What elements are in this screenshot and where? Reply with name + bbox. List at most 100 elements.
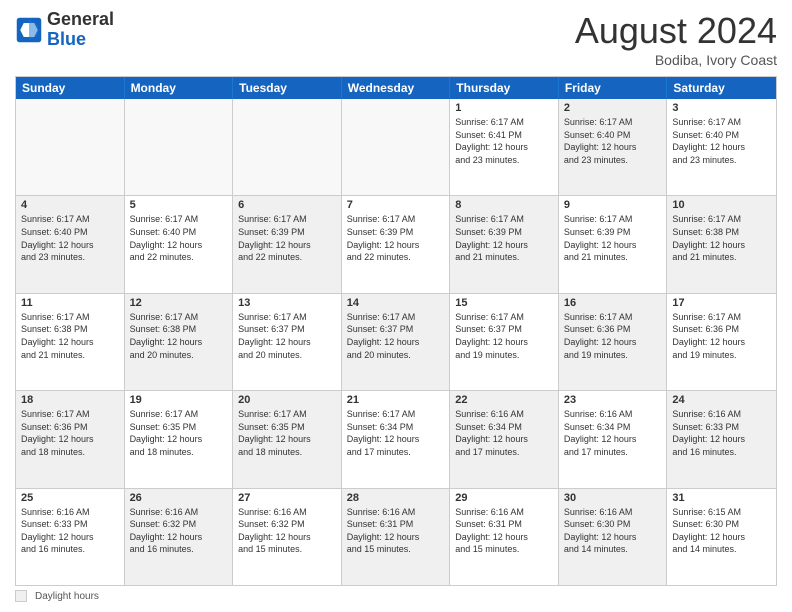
- calendar-cell: 12Sunrise: 6:17 AM Sunset: 6:38 PM Dayli…: [125, 294, 234, 390]
- cell-info: Sunrise: 6:17 AM Sunset: 6:40 PM Dayligh…: [130, 213, 228, 263]
- logo-blue: Blue: [47, 29, 86, 49]
- cell-info: Sunrise: 6:17 AM Sunset: 6:39 PM Dayligh…: [455, 213, 553, 263]
- day-number: 8: [455, 199, 553, 211]
- calendar-row: 18Sunrise: 6:17 AM Sunset: 6:36 PM Dayli…: [16, 391, 776, 488]
- cell-info: Sunrise: 6:16 AM Sunset: 6:34 PM Dayligh…: [564, 408, 662, 458]
- cell-info: Sunrise: 6:17 AM Sunset: 6:35 PM Dayligh…: [130, 408, 228, 458]
- day-of-week-header: Saturday: [667, 77, 776, 99]
- day-of-week-header: Wednesday: [342, 77, 451, 99]
- cell-info: Sunrise: 6:17 AM Sunset: 6:41 PM Dayligh…: [455, 116, 553, 166]
- calendar-cell: 1 Sunrise: 6:17 AM Sunset: 6:41 PM Daylig…: [450, 99, 559, 195]
- month-year: August 2024: [575, 10, 777, 52]
- cell-info: Sunrise: 6:17 AM Sunset: 6:37 PM Dayligh…: [347, 311, 445, 361]
- calendar-cell: 5 Sunrise: 6:17 AM Sunset: 6:40 PM Daylig…: [125, 196, 234, 292]
- day-number: 19: [130, 394, 228, 406]
- cell-info: Sunrise: 6:17 AM Sunset: 6:36 PM Dayligh…: [564, 311, 662, 361]
- day-number: 26: [130, 492, 228, 504]
- calendar-cell: 30Sunrise: 6:16 AM Sunset: 6:30 PM Dayli…: [559, 489, 668, 585]
- day-of-week-header: Tuesday: [233, 77, 342, 99]
- day-number: 10: [672, 199, 771, 211]
- page: General Blue August 2024 Bodiba, Ivory C…: [0, 0, 792, 612]
- day-number: 13: [238, 297, 336, 309]
- day-number: 1: [455, 102, 553, 114]
- daylight-swatch: [15, 590, 27, 602]
- cell-info: Sunrise: 6:16 AM Sunset: 6:33 PM Dayligh…: [21, 506, 119, 556]
- cell-info: Sunrise: 6:17 AM Sunset: 6:40 PM Dayligh…: [21, 213, 119, 263]
- calendar-cell: 31 Sunrise: 6:15 AM Sunset: 6:30 PM Dayli…: [667, 489, 776, 585]
- calendar-cell: 4Sunrise: 6:17 AM Sunset: 6:40 PM Daylig…: [16, 196, 125, 292]
- cell-info: Sunrise: 6:16 AM Sunset: 6:31 PM Dayligh…: [347, 506, 445, 556]
- day-number: 24: [672, 394, 771, 406]
- day-number: 28: [347, 492, 445, 504]
- calendar: SundayMondayTuesdayWednesdayThursdayFrid…: [15, 76, 777, 586]
- logo: General Blue: [15, 10, 114, 50]
- calendar-body: 1 Sunrise: 6:17 AM Sunset: 6:41 PM Daylig…: [16, 99, 776, 585]
- calendar-cell: [342, 99, 451, 195]
- day-number: 25: [21, 492, 119, 504]
- day-of-week-header: Thursday: [450, 77, 559, 99]
- cell-info: Sunrise: 6:17 AM Sunset: 6:40 PM Dayligh…: [672, 116, 771, 166]
- day-number: 20: [238, 394, 336, 406]
- day-number: 23: [564, 394, 662, 406]
- calendar-cell: 8 Sunrise: 6:17 AM Sunset: 6:39 PM Daylig…: [450, 196, 559, 292]
- calendar-cell: 29 Sunrise: 6:16 AM Sunset: 6:31 PM Dayli…: [450, 489, 559, 585]
- calendar-cell: 17 Sunrise: 6:17 AM Sunset: 6:36 PM Dayli…: [667, 294, 776, 390]
- calendar-cell: 24 Sunrise: 6:16 AM Sunset: 6:33 PM Dayli…: [667, 391, 776, 487]
- calendar-cell: 11 Sunrise: 6:17 AM Sunset: 6:38 PM Dayli…: [16, 294, 125, 390]
- day-number: 3: [672, 102, 771, 114]
- cell-info: Sunrise: 6:17 AM Sunset: 6:38 PM Dayligh…: [672, 213, 771, 263]
- calendar-cell: 2 Sunrise: 6:17 AM Sunset: 6:40 PM Daylig…: [559, 99, 668, 195]
- calendar-row: 4Sunrise: 6:17 AM Sunset: 6:40 PM Daylig…: [16, 196, 776, 293]
- calendar-cell: 23 Sunrise: 6:16 AM Sunset: 6:34 PM Dayli…: [559, 391, 668, 487]
- cell-info: Sunrise: 6:17 AM Sunset: 6:36 PM Dayligh…: [21, 408, 119, 458]
- calendar-cell: 13Sunrise: 6:17 AM Sunset: 6:37 PM Dayli…: [233, 294, 342, 390]
- cell-info: Sunrise: 6:15 AM Sunset: 6:30 PM Dayligh…: [672, 506, 771, 556]
- cell-info: Sunrise: 6:17 AM Sunset: 6:38 PM Dayligh…: [130, 311, 228, 361]
- location: Bodiba, Ivory Coast: [575, 52, 777, 68]
- calendar-cell: [233, 99, 342, 195]
- cell-info: Sunrise: 6:16 AM Sunset: 6:33 PM Dayligh…: [672, 408, 771, 458]
- daylight-label: Daylight hours: [35, 591, 99, 602]
- calendar-cell: 26Sunrise: 6:16 AM Sunset: 6:32 PM Dayli…: [125, 489, 234, 585]
- calendar-cell: 18Sunrise: 6:17 AM Sunset: 6:36 PM Dayli…: [16, 391, 125, 487]
- day-number: 17: [672, 297, 771, 309]
- day-number: 29: [455, 492, 553, 504]
- day-number: 6: [238, 199, 336, 211]
- day-of-week-header: Friday: [559, 77, 668, 99]
- logo-icon: [15, 16, 43, 44]
- cell-info: Sunrise: 6:17 AM Sunset: 6:34 PM Dayligh…: [347, 408, 445, 458]
- day-number: 9: [564, 199, 662, 211]
- cell-info: Sunrise: 6:17 AM Sunset: 6:39 PM Dayligh…: [564, 213, 662, 263]
- calendar-cell: 22Sunrise: 6:16 AM Sunset: 6:34 PM Dayli…: [450, 391, 559, 487]
- cell-info: Sunrise: 6:17 AM Sunset: 6:36 PM Dayligh…: [672, 311, 771, 361]
- calendar-cell: 25 Sunrise: 6:16 AM Sunset: 6:33 PM Dayli…: [16, 489, 125, 585]
- day-of-week-header: Monday: [125, 77, 234, 99]
- day-number: 5: [130, 199, 228, 211]
- day-number: 15: [455, 297, 553, 309]
- calendar-row: 1 Sunrise: 6:17 AM Sunset: 6:41 PM Daylig…: [16, 99, 776, 196]
- calendar-cell: 10 Sunrise: 6:17 AM Sunset: 6:38 PM Dayli…: [667, 196, 776, 292]
- day-number: 7: [347, 199, 445, 211]
- day-number: 31: [672, 492, 771, 504]
- cell-info: Sunrise: 6:17 AM Sunset: 6:39 PM Dayligh…: [238, 213, 336, 263]
- day-number: 2: [564, 102, 662, 114]
- cell-info: Sunrise: 6:17 AM Sunset: 6:35 PM Dayligh…: [238, 408, 336, 458]
- day-number: 16: [564, 297, 662, 309]
- logo-general: General: [47, 9, 114, 29]
- day-number: 11: [21, 297, 119, 309]
- calendar-cell: 6 Sunrise: 6:17 AM Sunset: 6:39 PM Daylig…: [233, 196, 342, 292]
- calendar-cell: 3 Sunrise: 6:17 AM Sunset: 6:40 PM Daylig…: [667, 99, 776, 195]
- calendar-cell: 9 Sunrise: 6:17 AM Sunset: 6:39 PM Daylig…: [559, 196, 668, 292]
- calendar-cell: 15 Sunrise: 6:17 AM Sunset: 6:37 PM Dayli…: [450, 294, 559, 390]
- calendar-cell: 14Sunrise: 6:17 AM Sunset: 6:37 PM Dayli…: [342, 294, 451, 390]
- footer: Daylight hours: [15, 590, 777, 602]
- calendar-cell: 16 Sunrise: 6:17 AM Sunset: 6:36 PM Dayli…: [559, 294, 668, 390]
- cell-info: Sunrise: 6:16 AM Sunset: 6:32 PM Dayligh…: [238, 506, 336, 556]
- calendar-row: 25 Sunrise: 6:16 AM Sunset: 6:33 PM Dayli…: [16, 489, 776, 585]
- cell-info: Sunrise: 6:17 AM Sunset: 6:39 PM Dayligh…: [347, 213, 445, 263]
- cell-info: Sunrise: 6:16 AM Sunset: 6:31 PM Dayligh…: [455, 506, 553, 556]
- cell-info: Sunrise: 6:17 AM Sunset: 6:40 PM Dayligh…: [564, 116, 662, 166]
- cell-info: Sunrise: 6:17 AM Sunset: 6:37 PM Dayligh…: [455, 311, 553, 361]
- cell-info: Sunrise: 6:17 AM Sunset: 6:38 PM Dayligh…: [21, 311, 119, 361]
- day-of-week-header: Sunday: [16, 77, 125, 99]
